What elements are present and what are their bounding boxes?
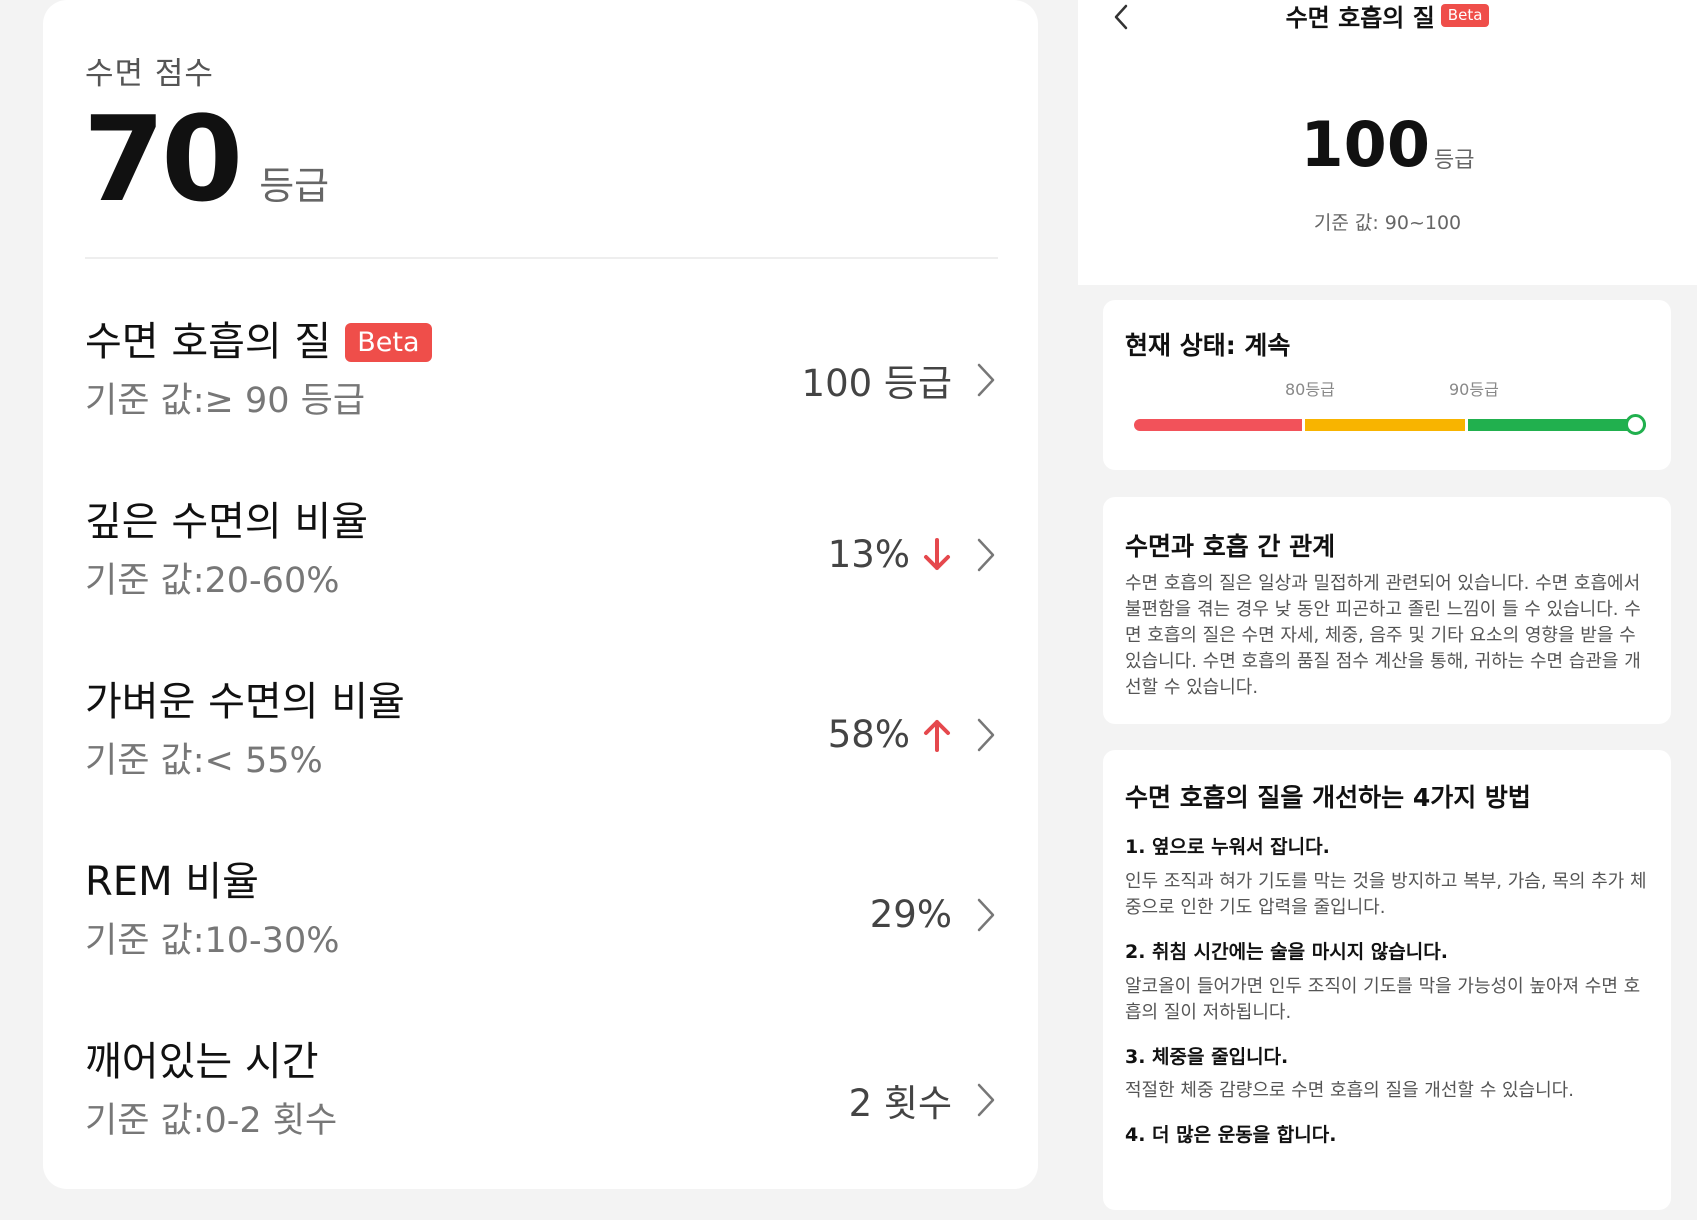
chevron-right-icon: [977, 718, 995, 751]
sleep-score-unit: 등급: [259, 164, 330, 208]
status-bar-low-segment: [1134, 419, 1302, 431]
relation-body: 수면 호흡의 질은 일상과 밀접하게 관련되어 있습니다. 수면 호흡에서 불편…: [1125, 573, 1641, 698]
metric-title: 가벼운 수면의 비율: [85, 679, 405, 725]
down-arrow-icon: [924, 537, 950, 570]
chevron-right-icon: [977, 1083, 995, 1117]
breathing-quality-detail-panel: 수면 호흡의 질 Beta 100 등급 기준 값: 90~100 현재 상태:…: [1078, 0, 1697, 1210]
metric-row-light-sleep[interactable]: 가벼운 수면의 비율 기준 값:< 55% 58%: [85, 680, 998, 860]
status-range-bar: [1134, 414, 1646, 435]
metric-row-breathing-quality[interactable]: 수면 호흡의 질 Beta 기준 값:≥ 90 등급 100 등급: [85, 320, 998, 500]
method-description: 알코올이 들어가면 인두 조직이 기도를 막을 가능성이 높아져 수면 호흡의 …: [1125, 975, 1641, 1023]
method-item: 4. 더 많은 운동을 합니다.: [1125, 1124, 1649, 1147]
current-status-title: 현재 상태: 계속: [1125, 331, 1291, 360]
sleep-score-label: 수면 점수: [85, 56, 214, 92]
range-label-80: 80등급: [1285, 380, 1335, 399]
detail-score-unit: 등급: [1433, 148, 1475, 173]
method-heading: 2. 취침 시간에는 술을 마시지 않습니다.: [1125, 940, 1448, 963]
range-label-90: 90등급: [1449, 380, 1499, 399]
method-heading: 3. 체중을 줄입니다.: [1125, 1045, 1289, 1068]
sleep-score-row: 70 등급: [83, 100, 329, 218]
detail-score-value: 100: [1300, 108, 1430, 181]
status-current-marker: [1625, 414, 1646, 435]
metric-list: 수면 호흡의 질 Beta 기준 값:≥ 90 등급 100 등급 깊은 수면의…: [85, 320, 998, 1220]
sleep-score-value: 70: [83, 90, 243, 228]
chevron-right-icon: [977, 538, 995, 571]
methods-list: 1. 옆으로 누워서 잡니다. 인두 조직과 혀가 기도를 막는 것을 방지하고…: [1125, 836, 1649, 1167]
chevron-right-icon: [977, 363, 995, 397]
metric-value: 29%: [869, 893, 952, 936]
detail-score-row: 100 등급: [1078, 114, 1697, 176]
methods-title: 수면 호흡의 질을 개선하는 4가지 방법: [1125, 783, 1531, 812]
metric-title: 깊은 수면의 비율: [85, 499, 369, 545]
up-arrow-icon: [924, 719, 950, 752]
method-description: 인두 조직과 혀가 기도를 막는 것을 방지하고 복부, 가슴, 목의 추가 체…: [1125, 870, 1647, 918]
metric-value-group: 29%: [870, 893, 998, 936]
metric-value-group: 13%: [828, 533, 998, 576]
method-description: 적절한 체중 감량으로 수면 호흡의 질을 개선할 수 있습니다.: [1125, 1080, 1574, 1102]
current-status-card: 현재 상태: 계속 80등급 90등급: [1103, 300, 1671, 470]
method-item: 2. 취침 시간에는 술을 마시지 않습니다. 알코올이 들어가면 인두 조직이…: [1125, 941, 1649, 1026]
metric-value-group: 2 횟수: [849, 1073, 998, 1127]
metric-title-row: REM 비율: [85, 860, 998, 904]
method-item: 3. 체중을 줄입니다. 적절한 체중 감량으로 수면 호흡의 질을 개선할 수…: [1125, 1046, 1649, 1105]
status-bar-high-segment: [1468, 419, 1646, 431]
method-heading: 1. 옆으로 누워서 잡니다.: [1125, 836, 1330, 858]
sleep-score-panel: 수면 점수 70 등급 수면 호흡의 질 Beta 기준 값:≥ 90 등급 1…: [0, 0, 1078, 1189]
improvement-methods-card: 수면 호흡의 질을 개선하는 4가지 방법 1. 옆으로 누워서 잡니다. 인두…: [1103, 750, 1671, 1210]
detail-title: 수면 호흡의 질: [1285, 3, 1435, 32]
beta-badge: Beta: [345, 322, 432, 362]
metric-title: REM 비율: [85, 859, 259, 905]
sleep-breathing-relation-card: 수면과 호흡 간 관계 수면 호흡의 질은 일상과 밀접하게 관련되어 있습니다…: [1103, 497, 1671, 724]
detail-title-group: 수면 호흡의 질 Beta: [1078, 0, 1697, 32]
metric-value: 2 횟수: [848, 1082, 952, 1125]
metric-value-group: 100 등급: [802, 353, 998, 407]
metric-value: 58%: [827, 713, 910, 756]
metric-title: 깨어있는 시간: [85, 1039, 319, 1085]
metric-row-deep-sleep[interactable]: 깊은 수면의 비율 기준 값:20-60% 13%: [85, 500, 998, 680]
metric-value: 13%: [827, 533, 910, 576]
metric-row-awake-time[interactable]: 깨어있는 시간 기준 값:0-2 횟수 2 횟수: [85, 1040, 998, 1220]
metric-value-group: 58%: [828, 713, 998, 756]
metric-reference: 기준 값:10-30%: [85, 921, 340, 961]
chevron-right-icon: [977, 898, 995, 931]
relation-title: 수면과 호흡 간 관계: [1125, 532, 1336, 561]
section-divider: [85, 257, 998, 259]
method-item: 1. 옆으로 누워서 잡니다. 인두 조직과 혀가 기도를 막는 것을 방지하고…: [1125, 836, 1649, 921]
sleep-score-card: 수면 점수 70 등급 수면 호흡의 질 Beta 기준 값:≥ 90 등급 1…: [43, 0, 1038, 1189]
metric-title: 수면 호흡의 질: [85, 319, 332, 365]
detail-header: 수면 호흡의 질 Beta 100 등급 기준 값: 90~100: [1078, 0, 1697, 285]
detail-reference: 기준 값: 90~100: [1313, 212, 1462, 234]
status-bar-mid-segment: [1305, 419, 1465, 431]
metric-row-rem[interactable]: REM 비율 기준 값:10-30% 29%: [85, 860, 998, 1040]
metric-value: 100 등급: [801, 362, 952, 405]
beta-badge: Beta: [1440, 3, 1490, 27]
method-heading: 4. 더 많은 운동을 합니다.: [1125, 1124, 1337, 1147]
